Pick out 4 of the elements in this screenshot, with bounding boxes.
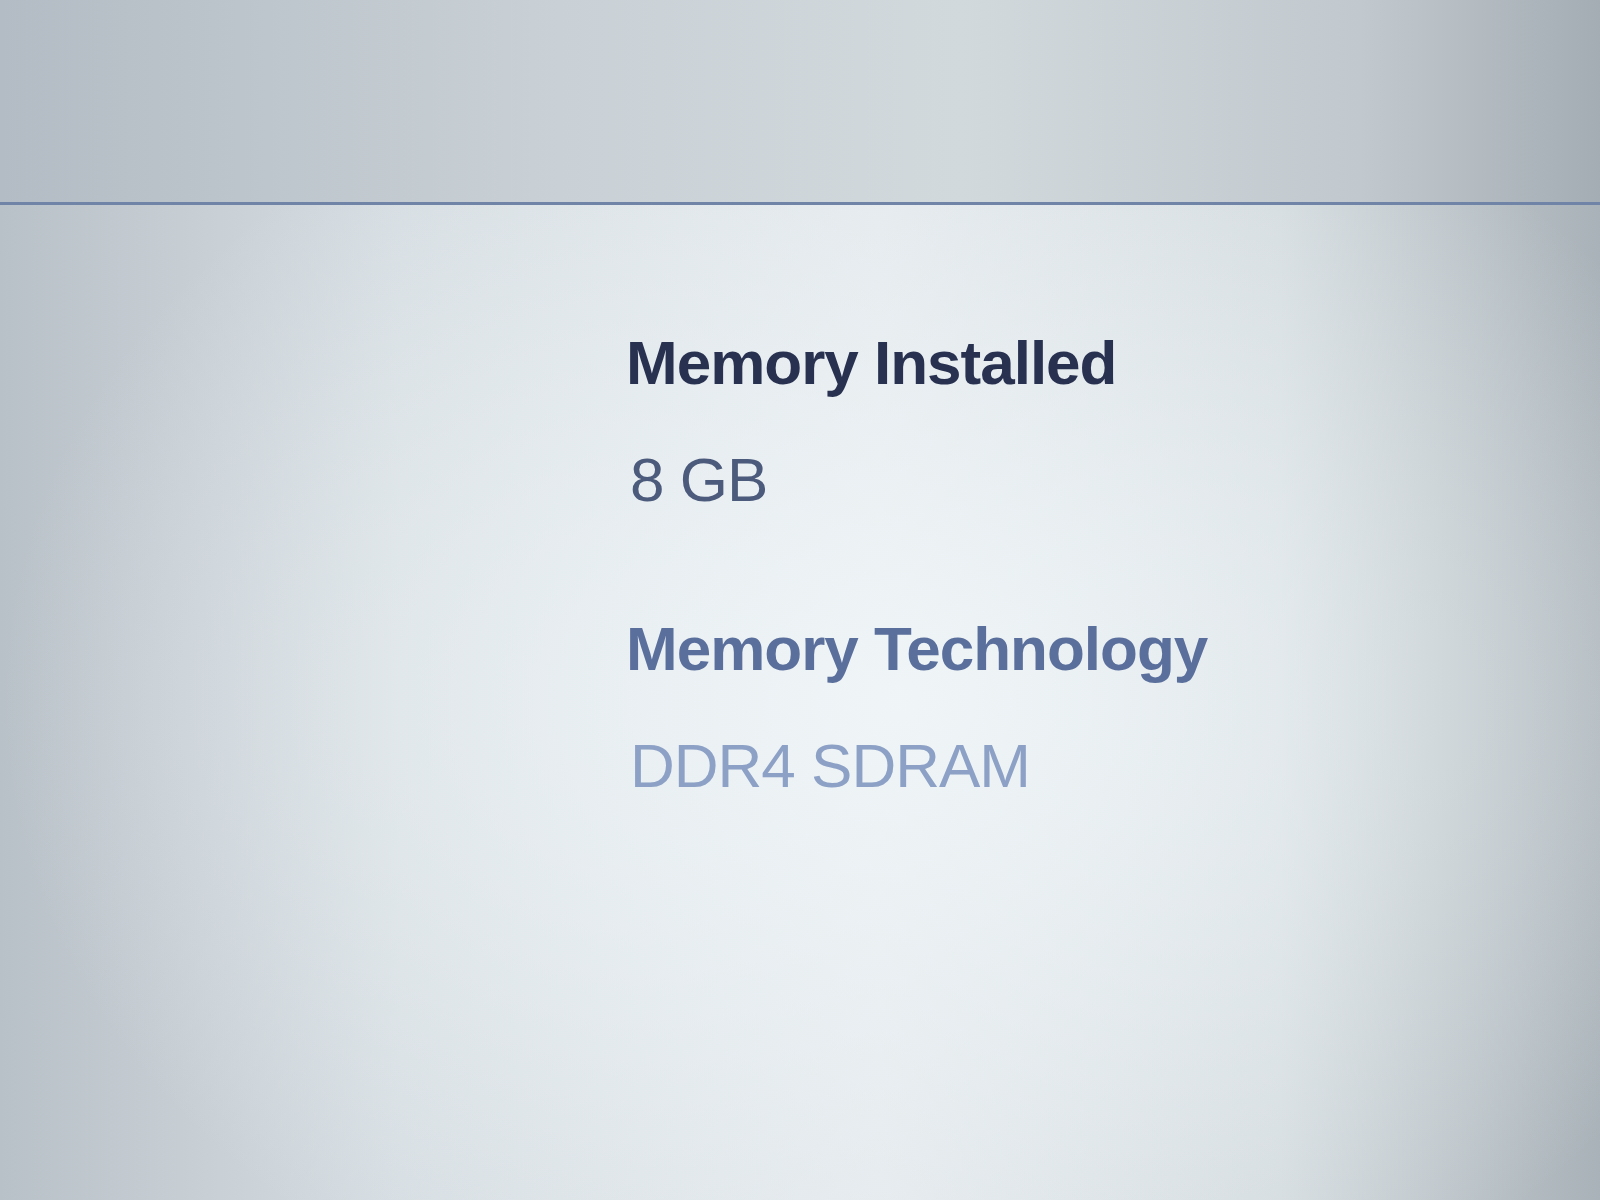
- spec-value: 8 GB: [629, 444, 768, 516]
- spec-label: Memory Installed: [626, 327, 1117, 399]
- spec-value: DDR4 SDRAM: [629, 730, 1030, 802]
- spec-label: Memory Technology: [626, 613, 1208, 685]
